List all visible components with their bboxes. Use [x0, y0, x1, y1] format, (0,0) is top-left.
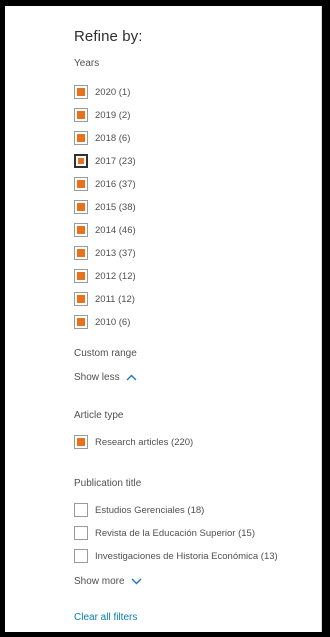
refine-panel: Refine by: Years 2020 (1) 2019 (2) 2018 … — [5, 6, 322, 632]
checkbox-icon[interactable] — [74, 549, 88, 563]
year-checkbox-2011[interactable]: 2011 (12) — [74, 291, 135, 307]
checkbox-icon[interactable] — [74, 223, 88, 237]
article-type-checkbox-research[interactable]: Research articles (220) — [74, 434, 193, 450]
year-checkbox-2013[interactable]: 2013 (37) — [74, 245, 136, 261]
show-less-label: Show less — [74, 372, 120, 383]
custom-range-link[interactable]: Custom range — [74, 348, 137, 359]
year-label: 2013 (37) — [95, 247, 136, 259]
year-label: 2016 (37) — [95, 178, 136, 190]
publication-checkbox-investigaciones-historia[interactable]: Investigaciones de Historia Económica (1… — [74, 548, 278, 564]
year-checkbox-2019[interactable]: 2019 (2) — [74, 107, 130, 123]
article-type-label: Research articles (220) — [95, 436, 194, 448]
checkbox-icon[interactable] — [74, 269, 88, 283]
checkbox-icon[interactable] — [74, 246, 88, 260]
clear-all-filters-link[interactable]: Clear all filters — [74, 612, 137, 623]
article-type-heading: Article type — [74, 410, 124, 421]
chevron-down-icon — [131, 578, 142, 585]
checkbox-icon[interactable] — [74, 315, 88, 329]
publication-label: Revista de la Educación Superior (15) — [95, 527, 256, 539]
checkbox-icon[interactable] — [74, 200, 88, 214]
year-checkbox-2016[interactable]: 2016 (37) — [74, 176, 136, 192]
publication-label: Investigaciones de Historia Económica (1… — [95, 550, 278, 562]
year-checkbox-2017[interactable]: 2017 (23) — [74, 153, 136, 169]
years-heading: Years — [74, 58, 100, 69]
year-checkbox-2014[interactable]: 2014 (46) — [74, 222, 136, 238]
show-more-label: Show more — [74, 576, 125, 587]
refine-title: Refine by: — [74, 28, 143, 45]
year-label: 2017 (23) — [95, 155, 136, 167]
chevron-up-icon — [126, 374, 137, 381]
publication-checkbox-revista-educacion[interactable]: Revista de la Educación Superior (15) — [74, 525, 255, 541]
checkbox-icon[interactable] — [74, 292, 88, 306]
checkbox-icon[interactable] — [74, 526, 88, 540]
checkbox-icon[interactable] — [74, 131, 88, 145]
publication-label: Estudios Gerenciales (18) — [95, 504, 205, 516]
year-label: 2018 (6) — [95, 132, 131, 144]
checkbox-icon[interactable] — [74, 108, 88, 122]
year-label: 2011 (12) — [95, 293, 135, 305]
year-label: 2020 (1) — [95, 86, 131, 98]
year-label: 2012 (12) — [95, 270, 136, 282]
panel-divider — [321, 6, 322, 632]
show-more-link[interactable]: Show more — [74, 576, 142, 587]
year-checkbox-2010[interactable]: 2010 (6) — [74, 314, 130, 330]
year-label: 2015 (38) — [95, 201, 136, 213]
year-checkbox-2012[interactable]: 2012 (12) — [74, 268, 136, 284]
checkbox-icon[interactable] — [74, 503, 88, 517]
year-checkbox-2020[interactable]: 2020 (1) — [74, 84, 130, 100]
checkbox-icon[interactable] — [74, 154, 88, 168]
publication-checkbox-estudios-gerenciales[interactable]: Estudios Gerenciales (18) — [74, 502, 204, 518]
year-checkbox-2015[interactable]: 2015 (38) — [74, 199, 136, 215]
year-label: 2019 (2) — [95, 109, 131, 121]
publication-title-heading: Publication title — [74, 478, 142, 489]
year-label: 2010 (6) — [95, 316, 131, 328]
show-less-link[interactable]: Show less — [74, 372, 137, 383]
checkbox-icon[interactable] — [74, 85, 88, 99]
year-label: 2014 (46) — [95, 224, 136, 236]
checkbox-icon[interactable] — [74, 435, 88, 449]
year-checkbox-2018[interactable]: 2018 (6) — [74, 130, 130, 146]
checkbox-icon[interactable] — [74, 177, 88, 191]
